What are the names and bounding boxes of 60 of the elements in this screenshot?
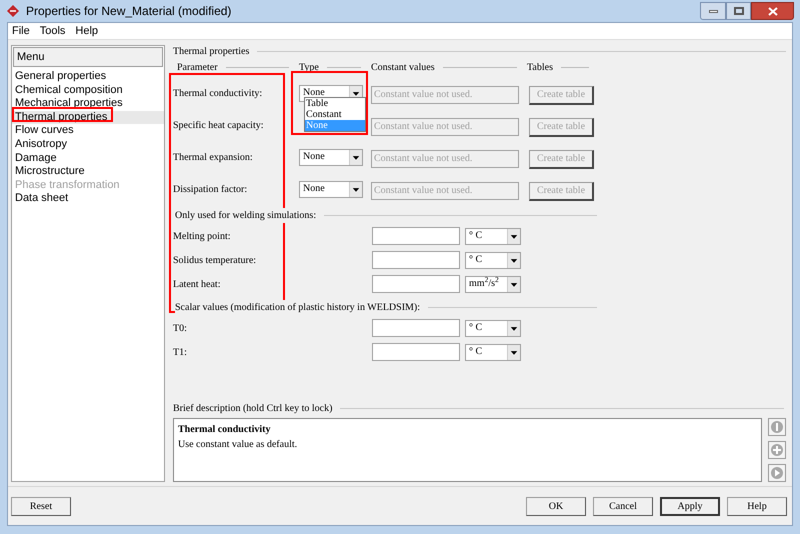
column-header: Constant values bbox=[371, 60, 435, 74]
parameter-label: Thermal conductivity: bbox=[173, 86, 264, 100]
sidebar-item[interactable]: Microstructure bbox=[12, 165, 164, 179]
dialog-button[interactable]: Apply bbox=[660, 496, 720, 516]
info-icon bbox=[770, 420, 784, 434]
play-icon bbox=[770, 466, 784, 480]
dialog-button[interactable]: Cancel bbox=[593, 496, 653, 516]
sidebar-item[interactable]: Chemical composition bbox=[12, 84, 164, 98]
window-title: Properties for New_Material (modified) bbox=[26, 3, 232, 20]
unit-dropdown[interactable]: ° C bbox=[465, 344, 521, 360]
reset-button[interactable]: Reset bbox=[11, 496, 71, 516]
sidebar-item[interactable]: Damage bbox=[12, 152, 164, 166]
minimize-button[interactable] bbox=[700, 2, 726, 20]
sidebar-item[interactable]: Data sheet bbox=[12, 192, 164, 206]
column-header: Parameter bbox=[177, 60, 218, 74]
close-icon bbox=[768, 6, 778, 16]
value-field[interactable] bbox=[372, 251, 460, 269]
menu-item[interactable]: Help bbox=[75, 22, 98, 40]
parameter-label: Specific heat capacity: bbox=[173, 118, 265, 132]
app-logo-icon bbox=[6, 4, 20, 18]
parameter-label: T1: bbox=[173, 346, 188, 360]
description-text: Use constant value as default. bbox=[178, 438, 298, 452]
maximize-icon bbox=[734, 7, 744, 15]
unit-dropdown[interactable]: ° C bbox=[465, 320, 521, 336]
section-title: Only used for welding simulations: bbox=[175, 208, 316, 222]
close-button[interactable] bbox=[751, 2, 794, 20]
unit-dropdown[interactable]: mm$^{2}$/s$^{2}$ bbox=[465, 276, 521, 292]
value-field[interactable] bbox=[372, 275, 460, 293]
sidebar-item[interactable]: Flow curves bbox=[12, 124, 164, 138]
maximize-button[interactable] bbox=[726, 2, 751, 20]
parameter-label: Latent heat: bbox=[173, 278, 222, 292]
dialog-button[interactable]: Help bbox=[727, 496, 787, 516]
parameter-label: Melting point: bbox=[173, 230, 232, 244]
parameter-label: Dissipation factor: bbox=[173, 182, 248, 196]
plus-icon bbox=[770, 443, 784, 457]
menu-item[interactable]: Tools bbox=[40, 22, 66, 40]
info-button[interactable] bbox=[768, 418, 786, 436]
section-title: Scalar values (modification of plastic history in WELDSIM): bbox=[175, 300, 420, 314]
dialog-button[interactable]: OK bbox=[526, 496, 586, 516]
dropdown-option[interactable]: Constant bbox=[305, 109, 365, 120]
add-button[interactable] bbox=[768, 441, 786, 459]
description-heading: Thermal conductivity bbox=[178, 423, 272, 437]
value-field[interactable] bbox=[372, 343, 460, 361]
type-dropdown[interactable]: None bbox=[299, 180, 363, 198]
parameter-label: T0: bbox=[173, 322, 188, 336]
value-field[interactable] bbox=[372, 319, 460, 337]
play-button[interactable] bbox=[768, 464, 786, 482]
minimize-icon bbox=[708, 10, 718, 12]
value-field[interactable] bbox=[372, 227, 460, 245]
type-dropdown[interactable]: None bbox=[299, 148, 363, 166]
column-header: Tables bbox=[527, 60, 553, 74]
unit-dropdown[interactable]: ° C bbox=[465, 252, 521, 268]
sidebar-item[interactable]: Anisotropy bbox=[12, 138, 164, 152]
parameter-label: Thermal expansion: bbox=[173, 150, 254, 164]
sidebar-item[interactable]: Mechanical properties bbox=[12, 97, 164, 111]
sidebar-header: Menu bbox=[13, 47, 163, 67]
menu-item[interactable]: File bbox=[12, 22, 30, 40]
sidebar-item[interactable]: General properties bbox=[12, 70, 164, 84]
parameter-label: Solidus temperature: bbox=[173, 254, 258, 268]
unit-dropdown[interactable]: ° C bbox=[465, 228, 521, 244]
